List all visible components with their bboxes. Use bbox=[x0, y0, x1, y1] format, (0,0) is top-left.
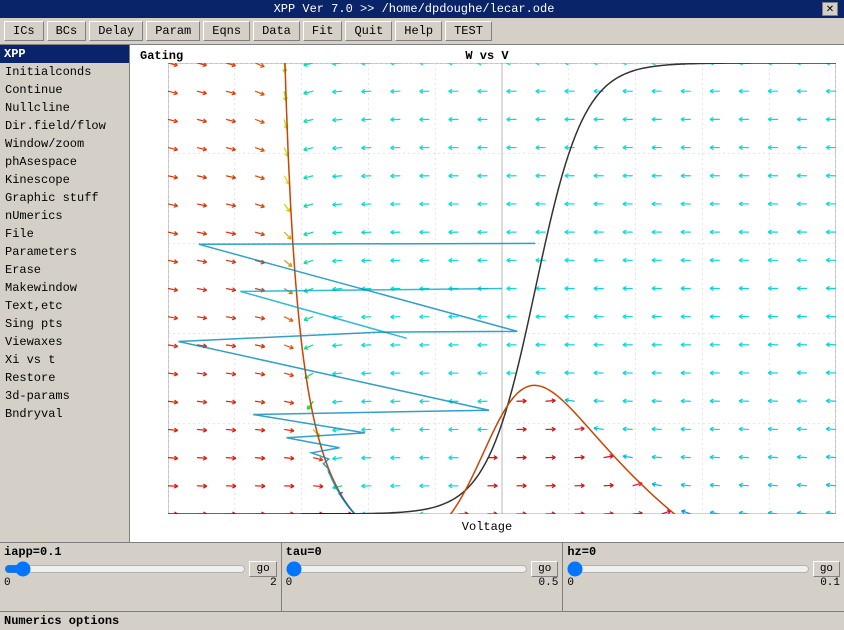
sidebar-item-8[interactable]: nUmerics bbox=[0, 207, 129, 225]
toolbar-btn-bcs[interactable]: BCs bbox=[47, 21, 87, 41]
title-bar: XPP Ver 7.0 >> /home/dpdoughe/lecar.ode … bbox=[0, 0, 844, 18]
main-area: XPP InitialcondsContinueNullclineDir.fie… bbox=[0, 45, 844, 542]
go-button-0[interactable]: go bbox=[249, 561, 276, 577]
slider-group-1: tau=0go00.5 bbox=[282, 543, 564, 611]
sidebar-item-6[interactable]: Kinescope bbox=[0, 171, 129, 189]
sidebar-item-17[interactable]: Restore bbox=[0, 369, 129, 387]
sidebar-item-5[interactable]: phAsespace bbox=[0, 153, 129, 171]
toolbar-btn-data[interactable]: Data bbox=[253, 21, 300, 41]
toolbar-btn-delay[interactable]: Delay bbox=[89, 21, 143, 41]
window-title: XPP Ver 7.0 >> /home/dpdoughe/lecar.ode bbox=[6, 2, 822, 16]
slider-range-0: 02 bbox=[4, 577, 277, 589]
slider-range-2: 00.1 bbox=[567, 577, 840, 589]
go-button-2[interactable]: go bbox=[813, 561, 840, 577]
toolbar-btn-fit[interactable]: Fit bbox=[303, 21, 343, 41]
sidebar-title: XPP bbox=[0, 45, 129, 63]
slider-input-2[interactable] bbox=[567, 561, 809, 577]
sidebar-item-9[interactable]: File bbox=[0, 225, 129, 243]
toolbar-btn-param[interactable]: Param bbox=[146, 21, 200, 41]
slider-max-1: 0.5 bbox=[539, 577, 559, 589]
x-axis-label: Voltage bbox=[462, 520, 512, 534]
sidebar-item-7[interactable]: Graphic stuff bbox=[0, 189, 129, 207]
slider-input-0[interactable] bbox=[4, 561, 246, 577]
slider-label-1: tau=0 bbox=[286, 545, 559, 559]
slider-min-1: 0 bbox=[286, 577, 293, 589]
slider-min-0: 0 bbox=[4, 577, 11, 589]
sidebar-item-10[interactable]: Parameters bbox=[0, 243, 129, 261]
sidebar-item-2[interactable]: Nullcline bbox=[0, 99, 129, 117]
sidebar-item-13[interactable]: Text,etc bbox=[0, 297, 129, 315]
sidebar-item-1[interactable]: Continue bbox=[0, 81, 129, 99]
slider-label-2: hz=0 bbox=[567, 545, 840, 559]
slider-label-0: iapp=0.1 bbox=[4, 545, 277, 559]
toolbar-btn-help[interactable]: Help bbox=[395, 21, 442, 41]
toolbar-btn-eqns[interactable]: Eqns bbox=[203, 21, 250, 41]
status-bar: Numerics options bbox=[0, 611, 844, 630]
slider-range-1: 00.5 bbox=[286, 577, 559, 589]
sidebar-item-19[interactable]: Bndryval bbox=[0, 405, 129, 423]
sidebar-item-16[interactable]: Xi vs t bbox=[0, 351, 129, 369]
slider-max-0: 2 bbox=[270, 577, 277, 589]
sliders-row: iapp=0.1go02tau=0go00.5hz=0go00.1 bbox=[0, 543, 844, 611]
sidebar-item-15[interactable]: Viewaxes bbox=[0, 333, 129, 351]
plot-area: Gating W vs V Voltage -1-0.8-0.6-0.4-0.2… bbox=[130, 45, 844, 542]
bottom-bar: iapp=0.1go02tau=0go00.5hz=0go00.1 Numeri… bbox=[0, 542, 844, 630]
go-button-1[interactable]: go bbox=[531, 561, 558, 577]
toolbar: ICsBCsDelayParamEqnsDataFitQuitHelpTEST bbox=[0, 18, 844, 45]
sidebar-item-12[interactable]: Makewindow bbox=[0, 279, 129, 297]
slider-min-2: 0 bbox=[567, 577, 574, 589]
toolbar-btn-test[interactable]: TEST bbox=[445, 21, 492, 41]
plot-svg: -1-0.8-0.6-0.4-0.200.20.40.60.8100.20.40… bbox=[168, 63, 836, 514]
toolbar-btn-quit[interactable]: Quit bbox=[345, 21, 392, 41]
plot-title-center: W vs V bbox=[465, 49, 508, 63]
sidebar-items: InitialcondsContinueNullclineDir.field/f… bbox=[0, 63, 129, 423]
sidebar-item-0[interactable]: Initialconds bbox=[0, 63, 129, 81]
sidebar-item-18[interactable]: 3d-params bbox=[0, 387, 129, 405]
sidebar-item-11[interactable]: Erase bbox=[0, 261, 129, 279]
sidebar-item-14[interactable]: Sing pts bbox=[0, 315, 129, 333]
slider-input-1[interactable] bbox=[286, 561, 528, 577]
toolbar-btn-ics[interactable]: ICs bbox=[4, 21, 44, 41]
sidebar: XPP InitialcondsContinueNullclineDir.fie… bbox=[0, 45, 130, 542]
sidebar-item-4[interactable]: Window/zoom bbox=[0, 135, 129, 153]
slider-group-2: hz=0go00.1 bbox=[563, 543, 844, 611]
slider-max-2: 0.1 bbox=[820, 577, 840, 589]
slider-group-0: iapp=0.1go02 bbox=[0, 543, 282, 611]
plot-title-left: Gating bbox=[140, 49, 183, 63]
close-button[interactable]: ✕ bbox=[822, 2, 838, 16]
sidebar-item-3[interactable]: Dir.field/flow bbox=[0, 117, 129, 135]
